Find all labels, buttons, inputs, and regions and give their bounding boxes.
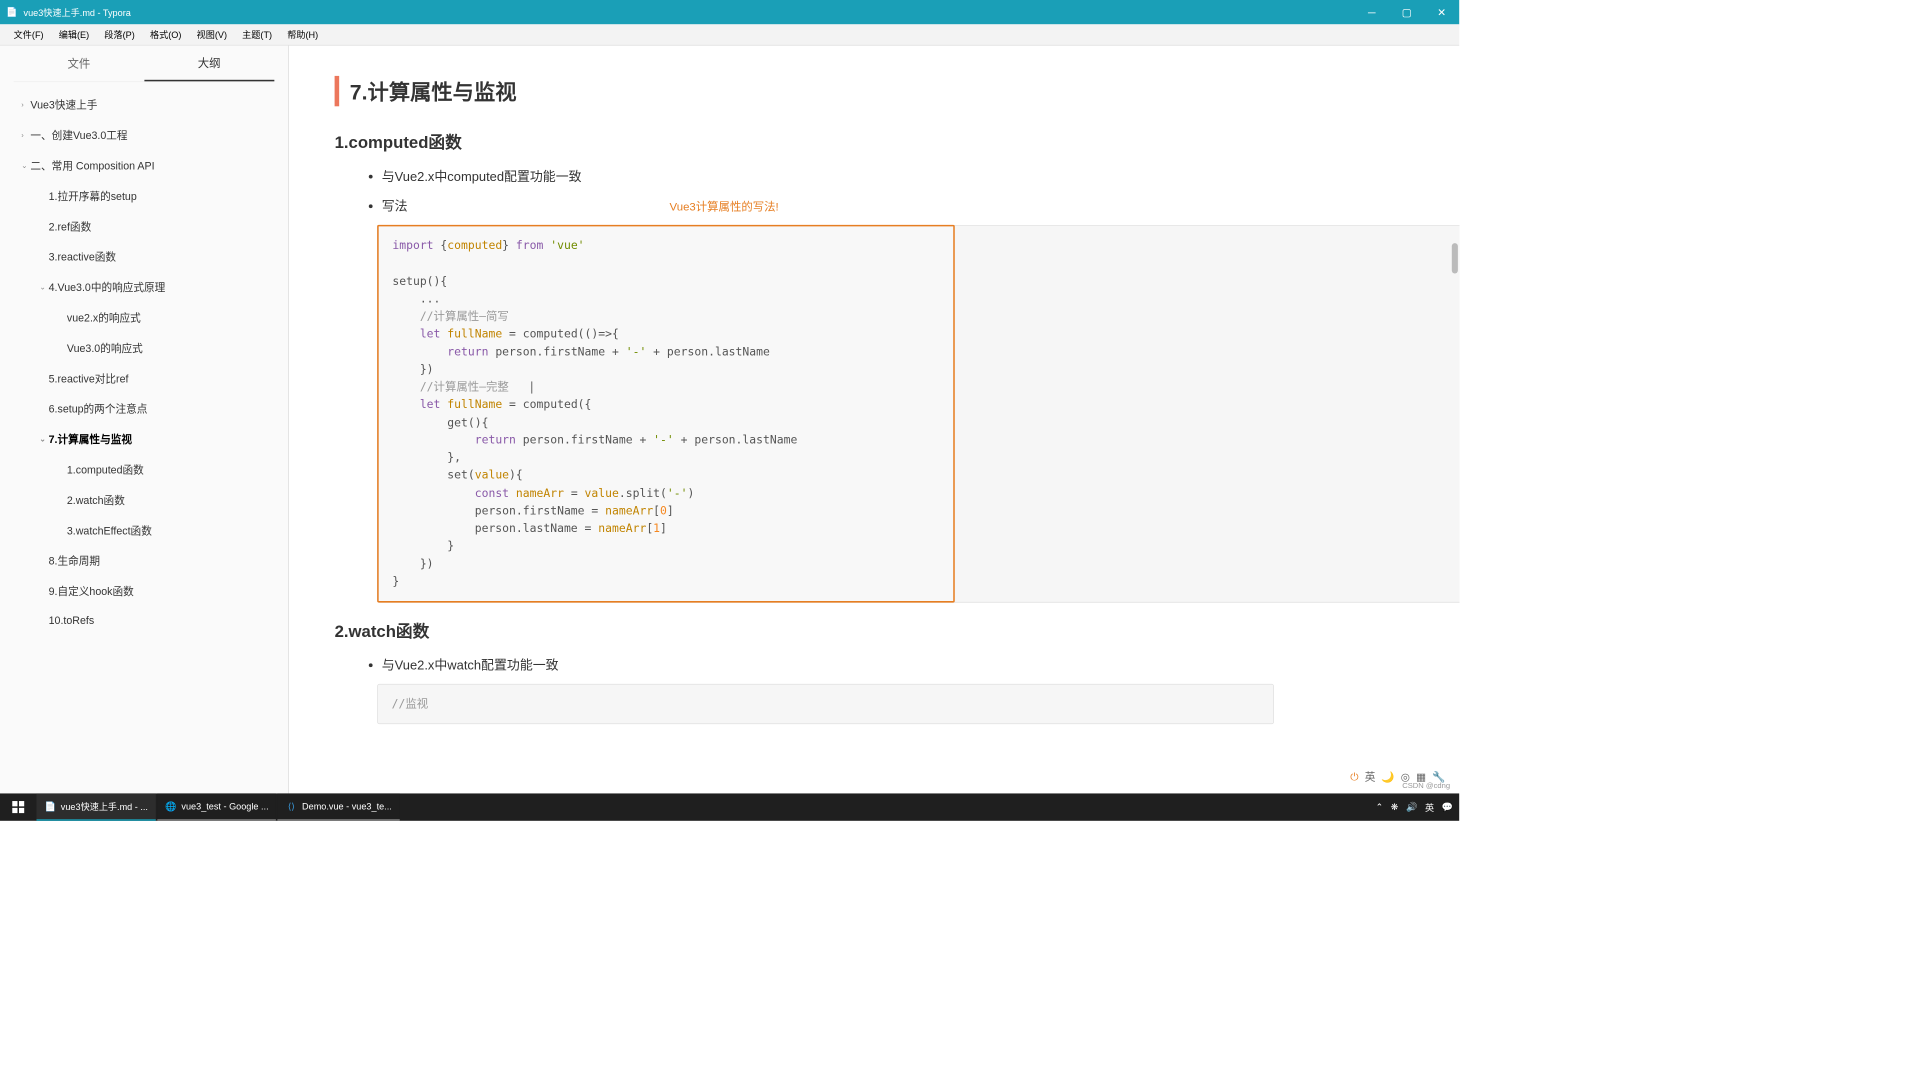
outline-item[interactable]: 1.拉开序幕的setup bbox=[0, 181, 288, 211]
chrome-icon: 🌐 bbox=[165, 800, 177, 812]
list-item-label: 写法 bbox=[382, 199, 408, 213]
list-item: 与Vue2.x中watch配置功能一致 bbox=[382, 654, 1414, 673]
power-icon[interactable]: ⏻ bbox=[1350, 770, 1358, 783]
outline-item-label: 4.Vue3.0中的响应式原理 bbox=[49, 280, 166, 295]
outline-item[interactable]: ⌄4.Vue3.0中的响应式原理 bbox=[0, 272, 288, 302]
menu-theme[interactable]: 主题(T) bbox=[235, 25, 280, 44]
outline-item-label: 8.生命周期 bbox=[49, 553, 100, 568]
outline-item[interactable]: ›一、创建Vue3.0工程 bbox=[0, 120, 288, 150]
outline-item[interactable]: 2.ref函数 bbox=[0, 211, 288, 241]
sidebar: 文件 大纲 ›Vue3快速上手›一、创建Vue3.0工程⌄二、常用 Compos… bbox=[0, 46, 289, 794]
outline-item-label: Vue3快速上手 bbox=[30, 97, 97, 112]
chevron-icon: › bbox=[21, 131, 30, 139]
outline-item[interactable]: 3.reactive函数 bbox=[0, 242, 288, 272]
outline-item[interactable]: 10.toRefs bbox=[0, 606, 288, 633]
tray-volume-icon[interactable]: 🔊 bbox=[1406, 802, 1417, 813]
code-block-watch[interactable]: //监视 bbox=[377, 684, 1274, 724]
maximize-button[interactable]: ▢ bbox=[1389, 0, 1424, 24]
menu-edit[interactable]: 编辑(E) bbox=[51, 25, 97, 44]
list-item: 与Vue2.x中computed配置功能一致 bbox=[382, 166, 1414, 185]
outline-item-label: 7.计算属性与监视 bbox=[49, 432, 132, 447]
chevron-icon: ⌄ bbox=[40, 283, 49, 291]
chevron-icon: ⌄ bbox=[21, 162, 30, 170]
chevron-icon: ⌄ bbox=[40, 435, 49, 443]
scrollbar-thumb[interactable] bbox=[1452, 243, 1458, 273]
moon-icon[interactable]: 🌙 bbox=[1381, 770, 1394, 783]
outline-item[interactable]: 5.reactive对比ref bbox=[0, 363, 288, 393]
chevron-icon: › bbox=[21, 101, 30, 109]
outline-item-label: 10.toRefs bbox=[49, 614, 95, 626]
outline-item[interactable]: ›Vue3快速上手 bbox=[0, 90, 288, 120]
minimize-button[interactable]: ─ bbox=[1354, 0, 1389, 24]
outline-item[interactable]: 1.computed函数 bbox=[0, 454, 288, 484]
code-block-computed[interactable]: import {computed} from 'vue' setup(){ ..… bbox=[377, 225, 1414, 603]
taskbar-item-typora[interactable]: 📄 vue3快速上手.md - ... bbox=[36, 793, 155, 820]
taskbar-item-chrome[interactable]: 🌐 vue3_test - Google ... bbox=[157, 793, 276, 820]
outline-item[interactable]: 2.watch函数 bbox=[0, 485, 288, 515]
app-icon: 📄 bbox=[6, 7, 17, 18]
outline-item-label: 2.watch函数 bbox=[67, 492, 125, 507]
heading-watch: 2.watch函数 bbox=[334, 618, 1413, 642]
close-button[interactable]: ✕ bbox=[1424, 0, 1459, 24]
outline-item[interactable]: 3.watchEffect函数 bbox=[0, 515, 288, 545]
outline-item[interactable]: 6.setup的两个注意点 bbox=[0, 394, 288, 424]
outline-item-label: 9.自定义hook函数 bbox=[49, 584, 134, 599]
vscode-icon: ⟨⟩ bbox=[285, 800, 297, 812]
system-tray: ⌃ ❋ 🔊 英 💬 bbox=[1376, 801, 1460, 814]
editor-content[interactable]: 7.计算属性与监视 1.computed函数 与Vue2.x中computed配… bbox=[289, 46, 1459, 794]
sidebar-tab-files[interactable]: 文件 bbox=[14, 46, 144, 82]
outline-item-label: 6.setup的两个注意点 bbox=[49, 401, 148, 416]
outline-item-label: 1.computed函数 bbox=[67, 462, 144, 477]
outline-item[interactable]: Vue3.0的响应式 bbox=[0, 333, 288, 363]
taskbar-item-label: vue3快速上手.md - ... bbox=[61, 800, 148, 813]
outline-item[interactable]: vue2.x的响应式 bbox=[0, 302, 288, 332]
menu-help[interactable]: 帮助(H) bbox=[280, 25, 326, 44]
title-bar: 📄 vue3快速上手.md - Typora ─ ▢ ✕ bbox=[0, 0, 1459, 24]
outline-item-label: Vue3.0的响应式 bbox=[67, 340, 143, 355]
wrench-icon[interactable]: 🔧 bbox=[1432, 770, 1445, 783]
annotation-text: Vue3计算属性的写法! bbox=[669, 201, 778, 214]
windows-icon bbox=[12, 801, 24, 813]
list-item: 写法 Vue3计算属性的写法! bbox=[382, 195, 1414, 214]
tray-chevron-icon[interactable]: ⌃ bbox=[1376, 802, 1384, 813]
outline-item-label: 5.reactive对比ref bbox=[49, 371, 129, 386]
outline-tree: ›Vue3快速上手›一、创建Vue3.0工程⌄二、常用 Composition … bbox=[0, 82, 288, 793]
target-icon[interactable]: ◎ bbox=[1401, 770, 1410, 783]
menu-view[interactable]: 视图(V) bbox=[189, 25, 235, 44]
outline-item-label: 3.watchEffect函数 bbox=[67, 523, 152, 538]
menu-bar: 文件(F) 编辑(E) 段落(P) 格式(O) 视图(V) 主题(T) 帮助(H… bbox=[0, 24, 1459, 45]
sidebar-tab-outline[interactable]: 大纲 bbox=[144, 46, 274, 82]
start-button[interactable] bbox=[0, 793, 36, 820]
tray-ime[interactable]: 英 bbox=[1425, 801, 1434, 814]
heading-section: 7.计算属性与监视 bbox=[334, 76, 1413, 106]
taskbar-item-vscode[interactable]: ⟨⟩ Demo.vue - vue3_te... bbox=[278, 793, 400, 820]
menu-paragraph[interactable]: 段落(P) bbox=[97, 25, 143, 44]
taskbar-item-label: Demo.vue - vue3_te... bbox=[302, 801, 392, 812]
outline-item[interactable]: 9.自定义hook函数 bbox=[0, 576, 288, 606]
outline-item-label: 2.ref函数 bbox=[49, 219, 92, 234]
outline-item-label: 3.reactive函数 bbox=[49, 249, 116, 264]
scrollbar[interactable] bbox=[1450, 46, 1459, 794]
taskbar-item-label: vue3_test - Google ... bbox=[181, 801, 268, 812]
outline-item-label: 二、常用 Composition API bbox=[30, 158, 154, 173]
heading-computed: 1.computed函数 bbox=[334, 129, 1413, 153]
ime-indicator[interactable]: 英 bbox=[1365, 769, 1376, 784]
tray-flower-icon[interactable]: ❋ bbox=[1391, 802, 1399, 813]
taskbar: 📄 vue3快速上手.md - ... 🌐 vue3_test - Google .… bbox=[0, 793, 1459, 820]
menu-file[interactable]: 文件(F) bbox=[6, 25, 51, 44]
outline-item[interactable]: ⌄二、常用 Composition API bbox=[0, 150, 288, 180]
typora-icon: 📄 bbox=[44, 800, 56, 812]
outline-item-label: 一、创建Vue3.0工程 bbox=[30, 128, 127, 143]
menu-format[interactable]: 格式(O) bbox=[142, 25, 189, 44]
outline-item[interactable]: 8.生命周期 bbox=[0, 546, 288, 576]
outline-item-label: 1.拉开序幕的setup bbox=[49, 188, 137, 203]
status-tool-tray: ⏻ 英 🌙 ◎ ▦ 🔧 bbox=[1344, 766, 1451, 787]
outline-item[interactable]: ⌄7.计算属性与监视 bbox=[0, 424, 288, 454]
outline-item-label: vue2.x的响应式 bbox=[67, 310, 141, 325]
tray-notification-icon[interactable]: 💬 bbox=[1442, 802, 1453, 813]
grid-icon[interactable]: ▦ bbox=[1416, 770, 1426, 783]
window-title: vue3快速上手.md - Typora bbox=[24, 6, 1355, 19]
